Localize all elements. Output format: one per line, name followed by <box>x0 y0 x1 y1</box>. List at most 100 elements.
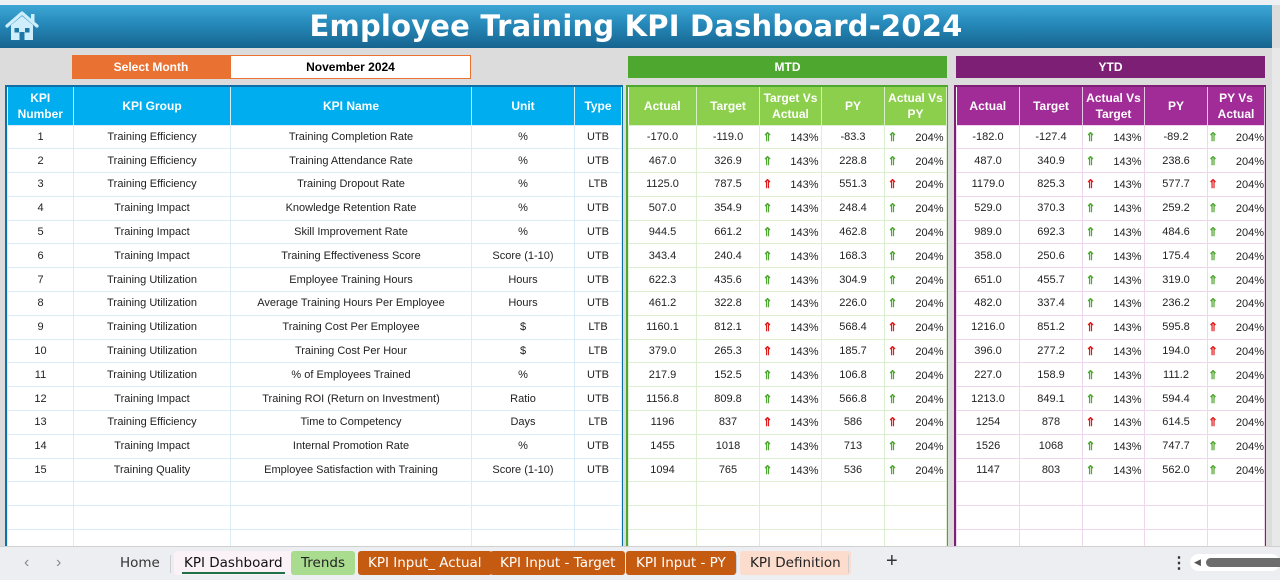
unit-cell: Days <box>471 410 575 435</box>
sheet-tab-home[interactable]: Home <box>110 551 170 575</box>
active-tab-underline <box>182 572 285 574</box>
sheet-tab-kpi-input-actual[interactable]: KPI Input_ Actual <box>358 551 492 575</box>
percent-value: 143% <box>790 131 819 144</box>
ytd-target-cell: 803 <box>1019 457 1083 483</box>
dashboard-page: Employee Training KPI Dashboard-2024 Sel… <box>0 0 1280 580</box>
percent-value: 204% <box>915 131 944 144</box>
percent-value: 204% <box>915 298 944 311</box>
kpi-group-cell: Training Efficiency <box>73 172 231 197</box>
more-options-icon[interactable]: ⋮ <box>1171 553 1187 573</box>
sheet-tab-kpi-input-py[interactable]: KPI Input - PY <box>626 551 736 575</box>
scrollbar-thumb[interactable] <box>1206 558 1280 567</box>
trend-arrow-icon: ⇑ <box>1085 296 1096 311</box>
ytd-target-cell: 849.1 <box>1019 386 1083 412</box>
add-sheet-icon[interactable]: + <box>886 550 898 573</box>
mtd-actual-cell: 461.2 <box>628 291 697 316</box>
ytd-section-header: YTD <box>956 56 1265 78</box>
sheet-tab-trends[interactable]: Trends <box>291 551 355 575</box>
unit-cell: $ <box>471 338 575 364</box>
trend-arrow-icon: ⇑ <box>887 344 898 359</box>
kpi-number-cell: 9 <box>7 314 74 340</box>
type-cell: UTB <box>574 195 622 221</box>
ytd-actual-vs-target-cell: ⇑ 143% <box>1082 362 1145 388</box>
percent-value: 143% <box>1113 346 1142 359</box>
kpi-name-cell: Training ROI (Return on Investment) <box>230 386 472 412</box>
ytd-row: 651.0 455.7 ⇑ 143% 319.0 ⇑ 204% <box>956 267 1265 293</box>
mtd-target-vs-actual-cell: ⇑ 143% <box>759 172 822 197</box>
ytd-row: 482.0 337.4 ⇑ 143% 236.2 ⇑ 204% <box>956 291 1265 316</box>
percent-value: 143% <box>1113 441 1142 454</box>
percent-value: 143% <box>1113 274 1142 287</box>
kpi-group-cell: Training Impact <box>73 219 231 245</box>
mtd-py-cell: 462.8 <box>821 219 885 245</box>
sheet-tab-kpi-dashboard[interactable]: KPI Dashboard <box>174 551 293 575</box>
empty-row <box>7 505 622 531</box>
mtd-row: 622.3 435.6 ⇑ 143% 304.9 ⇑ 204% <box>628 267 947 293</box>
prev-sheet-button[interactable]: ‹ <box>24 554 29 572</box>
percent-value: 204% <box>915 369 944 382</box>
ytd-target-cell: 370.3 <box>1019 195 1083 221</box>
kpi-name-cell: Employee Satisfaction with Training <box>230 457 472 483</box>
scroll-left-icon[interactable]: ◀ <box>1194 557 1201 568</box>
mtd-actual-vs-py-cell: ⇑ 204% <box>884 195 947 221</box>
ytd-actual-cell: 358.0 <box>956 243 1020 269</box>
trend-arrow-icon: ⇑ <box>887 201 898 216</box>
empty-cell <box>574 505 622 531</box>
empty-row <box>956 505 1265 531</box>
type-cell: UTB <box>574 386 622 412</box>
empty-cell <box>1019 505 1083 531</box>
unit-cell: $ <box>471 314 575 340</box>
ytd-target-cell: 851.2 <box>1019 314 1083 340</box>
percent-value: 143% <box>1113 417 1142 430</box>
mtd-py-cell: 713 <box>821 433 885 459</box>
type-cell: LTB <box>574 314 622 340</box>
trend-arrow-icon: ⇑ <box>762 296 773 311</box>
percent-value: 204% <box>1235 393 1264 406</box>
trend-arrow-icon: ⇑ <box>762 248 773 263</box>
trend-arrow-icon: ⇑ <box>1085 153 1096 168</box>
percent-value: 143% <box>790 274 819 287</box>
column-header-kpi-group: KPI Group <box>73 87 231 125</box>
mtd-actual-vs-py-cell: ⇑ 204% <box>884 219 947 245</box>
ytd-py-vs-actual-cell: ⇑ 204% <box>1207 148 1265 174</box>
mtd-row: 461.2 322.8 ⇑ 143% 226.0 ⇑ 204% <box>628 291 947 316</box>
next-sheet-button[interactable]: › <box>56 554 61 572</box>
ytd-actual-cell: 1254 <box>956 410 1020 435</box>
ytd-target-cell: 277.2 <box>1019 338 1083 364</box>
percent-value: 143% <box>1113 250 1142 263</box>
sheet-tab-kpi-input-target[interactable]: KPI Input - Target <box>490 551 626 575</box>
kpi-info-row: 5 Training Impact Skill Improvement Rate% U… <box>7 219 622 245</box>
percent-value: 143% <box>790 155 819 168</box>
kpi-number-cell: 7 <box>7 267 74 293</box>
mtd-row: 1125.0 787.5 ⇑ 143% 551.3 ⇑ 204% <box>628 172 947 197</box>
percent-value: 143% <box>1113 203 1142 216</box>
empty-cell <box>1144 505 1208 531</box>
ytd-actual-cell: 1526 <box>956 433 1020 459</box>
empty-row <box>956 481 1265 507</box>
trend-arrow-icon: ⇑ <box>1085 248 1096 263</box>
trend-arrow-icon: ⇑ <box>762 463 773 478</box>
percent-value: 204% <box>1235 179 1264 192</box>
trend-arrow-icon: ⇑ <box>762 177 773 192</box>
trend-arrow-icon: ⇑ <box>1208 439 1219 454</box>
type-cell: UTB <box>574 219 622 245</box>
kpi-group-cell: Training Utilization <box>73 362 231 388</box>
empty-cell <box>884 505 947 531</box>
title-bar: Employee Training KPI Dashboard-2024 <box>0 5 1272 48</box>
trend-arrow-icon: ⇑ <box>1085 391 1096 406</box>
empty-cell <box>884 481 947 507</box>
ytd-py-cell: 319.0 <box>1144 267 1208 293</box>
kpi-name-cell: Average Training Hours Per Employee <box>230 291 472 316</box>
month-dropdown[interactable]: November 2024 <box>230 55 471 79</box>
ytd-py-cell: -89.2 <box>1144 124 1208 150</box>
mtd-target-vs-actual-cell: ⇑ 143% <box>759 338 822 364</box>
ytd-actual-cell: 989.0 <box>956 219 1020 245</box>
mtd-actual-cell: 467.0 <box>628 148 697 174</box>
mtd-row: 1196 837 ⇑ 143% 586 ⇑ 204% <box>628 410 947 435</box>
sheet-tab-kpi-definition[interactable]: KPI Definition <box>740 551 851 575</box>
kpi-name-cell: Training Attendance Rate <box>230 148 472 174</box>
horizontal-scrollbar[interactable]: ◀ <box>1190 554 1280 571</box>
kpi-info-row: 13 Training Efficiency Time to Competency D… <box>7 410 622 435</box>
empty-cell <box>230 481 472 507</box>
ytd-actual-cell: 1179.0 <box>956 172 1020 197</box>
